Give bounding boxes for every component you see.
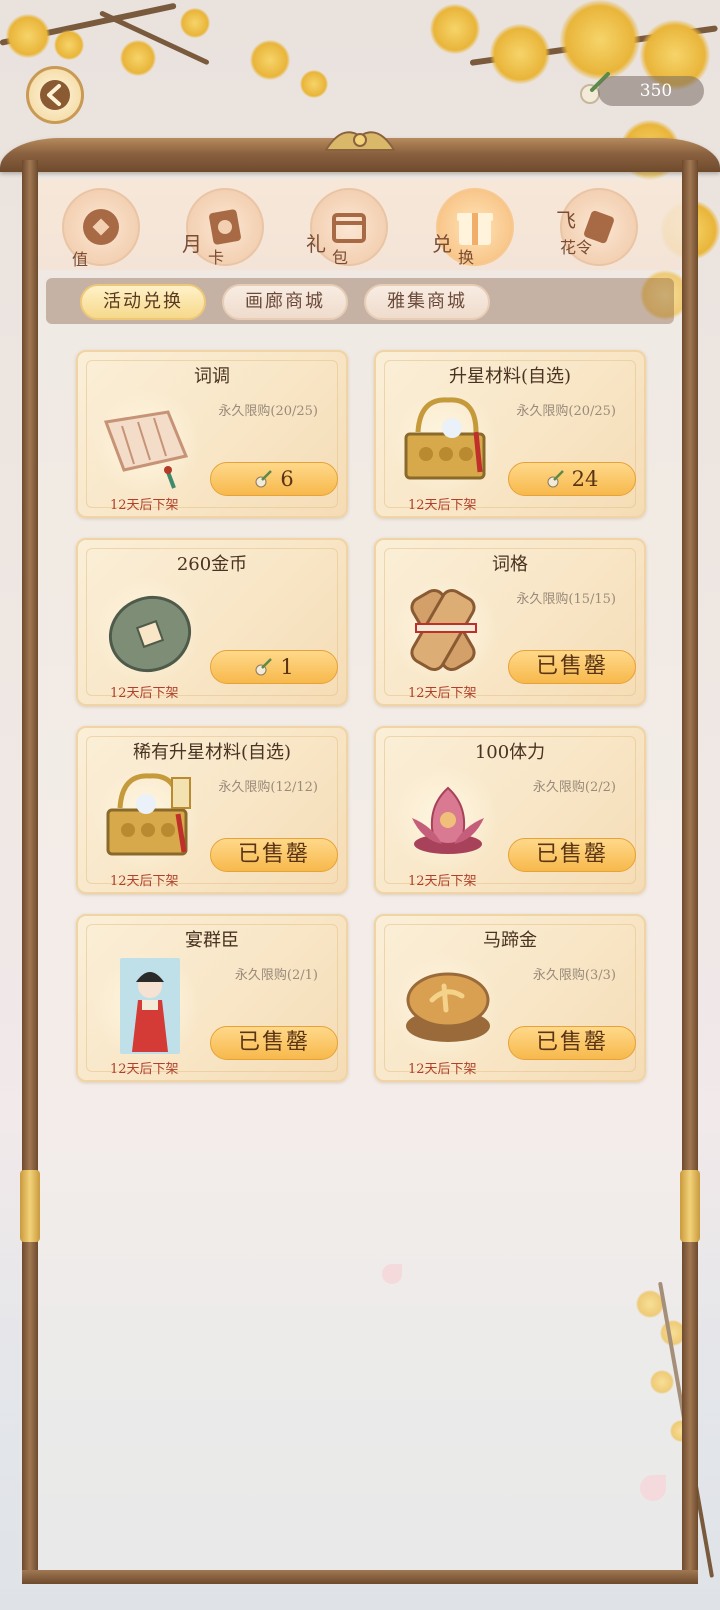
item-title: 词调 [194,366,230,387]
tab-monthly-card[interactable]: 月 卡 [182,188,266,268]
shop-item-card[interactable]: 稀有升星材料(自选) 永久限购(12/12) 已售罄 12天后下架 [76,726,348,894]
scroll-icon [103,410,189,489]
shop-item-card[interactable]: 100体力 永久限购(2/2) 已售罄 12天后下架 [374,726,646,894]
tab-label: 包 [332,248,349,267]
character-portrait-icon [120,958,180,1054]
expire-note: 12天后下架 [408,686,477,701]
expire-note: 12天后下架 [110,1062,179,1077]
tab-label: 换 [458,248,475,267]
expire-note: 12天后下架 [110,498,179,513]
expire-note: 12天后下架 [408,498,477,513]
buy-button[interactable]: 24 [508,462,636,496]
coin-icon [108,596,192,672]
purchase-limit: 永久限购(3/3) [532,968,616,983]
tab-label: 卡 [208,248,225,267]
coin-icon [83,209,119,245]
price-value: 1 [280,655,294,679]
price-value: 24 [571,467,599,491]
sold-out-button[interactable]: 已售罄 [508,838,636,872]
frame-bottom-beam [22,1570,698,1584]
expire-note: 12天后下架 [110,874,179,889]
brush-token-icon [547,470,564,488]
tab-label: 礼 [306,232,326,256]
currency-amount: 350 [598,76,704,106]
brush-token-icon [255,658,273,676]
purchase-limit: 永久限购(2/1) [234,968,318,983]
expire-note: 12天后下架 [408,1062,477,1077]
item-title: 260金币 [176,554,248,575]
price-value: 已售罄 [237,842,310,867]
item-title: 100体力 [474,742,546,763]
shop-item-card[interactable]: 词调 永久限购(20/25) 6 12天后下架 [76,350,348,518]
treasure-box-icon [404,397,486,480]
bamboo-slips-icon [410,589,477,671]
item-title: 稀有升星材料(自选) [132,742,292,763]
shop-item-card[interactable]: 宴群臣 永久限购(2/1) 已售罄 12天后下架 [76,914,348,1082]
rare-treasure-box-icon [106,773,191,856]
item-title: 宴群臣 [185,930,239,951]
tab-feihualing[interactable]: 飞 花令 [556,188,640,268]
lotus-icon [412,786,484,854]
sold-out-button[interactable]: 已售罄 [210,1026,338,1060]
item-title: 马蹄金 [483,930,537,951]
subtab-yaji-shop[interactable]: 雅集商城 [364,284,490,320]
shop-item-card[interactable]: 词格 永久限购(15/15) 已售罄 12天后下架 [374,538,646,706]
purchase-limit: 永久限购(20/25) [218,404,318,419]
tab-label: 飞 [556,208,576,232]
purchase-limit: 永久限购(2/2) [532,780,616,795]
tab-label: 兑 [432,232,452,256]
price-value: 已售罄 [535,1030,608,1055]
tab-exchange[interactable]: 兑 换 [432,188,516,268]
frame-pillar-left [22,160,38,1580]
frame-knob-right [680,1170,700,1242]
price-value: 已售罄 [535,654,608,679]
subtab-gallery-shop[interactable]: 画廊商城 [222,284,348,320]
gold-ingot-icon [406,972,490,1042]
tab-recharge[interactable]: 值 [62,188,142,269]
sold-out-button[interactable]: 已售罄 [508,1026,636,1060]
shop-item-card[interactable]: 升星材料(自选) 永久限购(20/25) 24 12天后下架 [374,350,646,518]
item-title: 升星材料(自选) [448,366,572,387]
buy-button[interactable]: 1 [210,650,338,684]
tab-label: 值 [72,250,89,269]
purchase-limit: 永久限购(20/25) [516,404,616,419]
frame-ornament [324,131,396,151]
subtab-event-exchange[interactable]: 活动兑换 [80,284,206,320]
expire-note: 12天后下架 [408,874,477,889]
buy-button[interactable]: 6 [210,462,338,496]
tab-label: 月 [182,232,202,256]
frame-pillar-right [682,160,698,1580]
expire-note: 12天后下架 [110,686,179,701]
price-value: 6 [280,467,294,491]
back-button[interactable] [26,66,84,124]
tab-gift-pack[interactable]: 礼 包 [306,188,390,268]
purchase-limit: 永久限购(12/12) [218,780,318,795]
brush-token-icon [255,470,273,488]
card-icon [209,209,241,245]
sold-out-button[interactable]: 已售罄 [210,838,338,872]
sold-out-button[interactable]: 已售罄 [508,650,636,684]
tab-label: 花令 [560,238,593,257]
shop-item-card[interactable]: 260金币 1 12天后下架 [76,538,348,706]
shop-item-card[interactable]: 马蹄金 永久限购(3/3) 已售罄 12天后下架 [374,914,646,1082]
price-value: 已售罄 [237,1030,310,1055]
pack-icon [332,213,366,243]
item-title: 词格 [492,554,528,575]
purchase-limit: 永久限购(15/15) [516,592,616,607]
price-value: 已售罄 [535,842,608,867]
frame-knob-left [20,1170,40,1242]
back-arrow-icon [40,80,70,110]
